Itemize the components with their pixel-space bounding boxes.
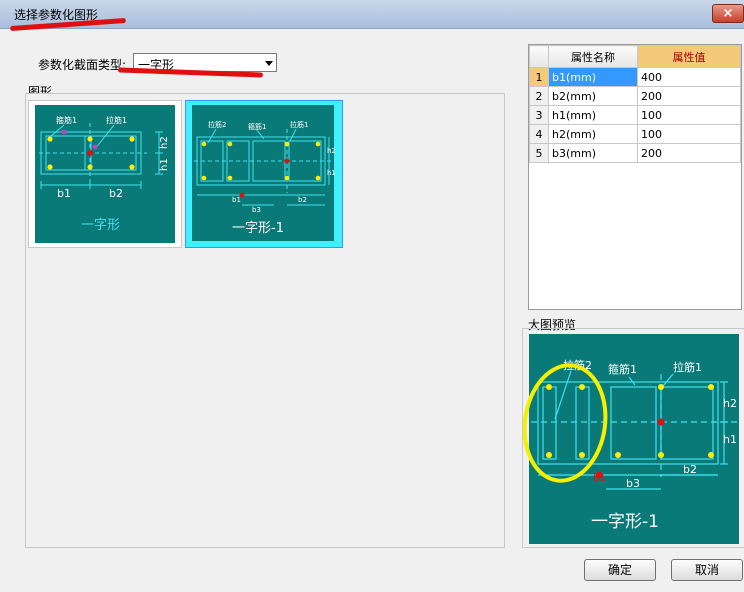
preview-label-lajin1: 拉筋1	[673, 360, 702, 374]
row-name[interactable]: b3(mm)	[548, 143, 638, 163]
row-value[interactable]: 100	[637, 124, 741, 144]
thumb1-dim-b2: b2	[109, 187, 123, 200]
header-property-name[interactable]: 属性名称	[548, 45, 638, 68]
preview-dim-b2: b2	[683, 463, 697, 476]
preview-caption: 一字形-1	[591, 512, 659, 532]
thumb2-dim-h2: h2	[327, 147, 336, 155]
shape-thumb-yizixing-1[interactable]: 拉筋2 箍筋1 拉筋1 h2 h1 b1 b2 b3 一字形-1	[185, 100, 343, 248]
preview-label-gujin: 箍筋1	[608, 362, 637, 376]
row-value[interactable]: 400	[637, 67, 741, 87]
property-table: 属性名称 属性值 1 b1(mm) 400 2 b2(mm) 200 3 h1(…	[528, 44, 742, 310]
row-value[interactable]: 200	[637, 86, 741, 106]
close-icon[interactable]: ×	[712, 4, 744, 23]
thumb1-dim-b1: b1	[57, 187, 71, 200]
row-index: 5	[529, 143, 549, 163]
thumb2-dim-h1: h1	[327, 169, 336, 177]
row-name[interactable]: h2(mm)	[548, 124, 638, 144]
preview-dim-h2: h2	[723, 397, 737, 410]
thumb2-caption: 一字形-1	[232, 221, 284, 236]
preview-dim-b1: b1	[593, 473, 606, 484]
preview-dim-b3: b3	[626, 477, 640, 490]
thumb2-dim-b2: b2	[298, 196, 307, 204]
row-value[interactable]: 200	[637, 143, 741, 163]
row-name[interactable]: b2(mm)	[548, 86, 638, 106]
title-bar: 选择参数化图形 ×	[0, 0, 744, 32]
chevron-down-icon[interactable]	[265, 61, 273, 66]
row-index: 4	[529, 124, 549, 144]
table-row[interactable]: 3 h1(mm) 100	[529, 105, 741, 125]
row-name[interactable]: h1(mm)	[548, 105, 638, 125]
thumb2-label-lajin2: 拉筋2	[208, 120, 226, 129]
preview-dim-h1: h1	[723, 433, 737, 446]
row-index: 2	[529, 86, 549, 106]
table-row[interactable]: 1 b1(mm) 400	[529, 67, 741, 87]
table-row[interactable]: 2 b2(mm) 200	[529, 86, 741, 106]
row-index: 1	[529, 67, 549, 87]
row-name[interactable]: b1(mm)	[548, 67, 638, 87]
thumb2-dim-b1: b1	[232, 196, 241, 204]
thumb1-label-gujin: 箍筋1	[56, 115, 77, 125]
thumb2-label-lajin1: 拉筋1	[290, 120, 308, 129]
thumb2-dim-b3: b3	[252, 206, 261, 214]
cancel-button[interactable]: 取消	[671, 559, 743, 581]
ok-button[interactable]: 确定	[584, 559, 656, 581]
table-corner	[529, 45, 549, 68]
thumb1-caption: 一字形	[81, 218, 120, 233]
row-value[interactable]: 100	[637, 105, 741, 125]
preview-panel: 拉筋2 箍筋1 拉筋1 h2 h1 b1 b2 b3 一字形-1	[522, 328, 744, 548]
thumb1-dim-h2: h2	[159, 136, 170, 149]
table-row[interactable]: 5 b3(mm) 200	[529, 143, 741, 163]
property-grid: 属性名称 属性值 1 b1(mm) 400 2 b2(mm) 200 3 h1(…	[529, 45, 741, 163]
section-type-label: 参数化截面类型:	[38, 58, 127, 72]
header-property-value[interactable]: 属性值	[637, 45, 741, 68]
table-row[interactable]: 4 h2(mm) 100	[529, 124, 741, 144]
thumb1-dim-h1: h1	[159, 158, 170, 171]
shape-thumb-yizixing[interactable]: 箍筋1 拉筋1 b1 b2 h2 h1 一字形	[28, 100, 182, 248]
thumb1-label-lajin: 拉筋1	[106, 115, 127, 125]
row-index: 3	[529, 105, 549, 125]
thumb2-label-gujin: 箍筋1	[248, 122, 266, 131]
